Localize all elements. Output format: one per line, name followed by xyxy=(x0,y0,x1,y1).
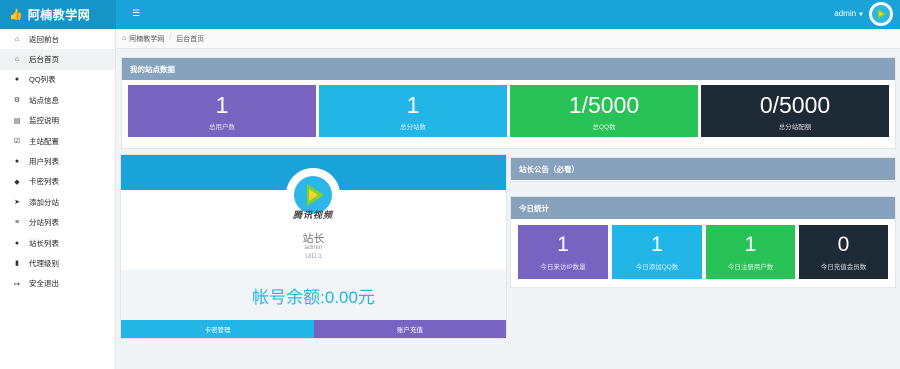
account-balance: 帐号余额:0.00元 xyxy=(121,270,506,320)
stat-label: 总QQ数 xyxy=(592,124,616,131)
brand[interactable]: 👍 阿楠教学网 xyxy=(0,0,116,29)
breadcrumb: ⌂ 阿楠教学网 / 后台首页 xyxy=(116,29,900,49)
sidebar-item-label: 监控说明 xyxy=(29,116,59,126)
breadcrumb-current: 后台首页 xyxy=(176,35,205,43)
sidebar-item-site-info[interactable]: ⚙ 站点信息 xyxy=(0,90,115,110)
stat-value: 1 xyxy=(744,233,757,256)
sidebar-item-label: 用户列表 xyxy=(29,157,59,167)
avatar[interactable] xyxy=(869,2,893,26)
qq-icon: ● xyxy=(14,76,20,84)
stat-label: 总分站数 xyxy=(400,124,426,131)
sidebar: ⌂ 返回前台 ⌂ 后台首页 ● QQ列表 ⚙ 站点信息 ▤ 监控说明 ☑ 主站配… xyxy=(0,29,116,369)
top-navbar: 👍 阿楠教学网 ☰ admin ▼ xyxy=(0,0,900,29)
user-icon: ● xyxy=(14,158,20,166)
panel-title: 今日统计 xyxy=(511,197,895,219)
sidebar-item-card-list[interactable]: ◆ 卡密列表 xyxy=(0,172,115,192)
male-icon: ▮ xyxy=(15,260,19,268)
stat-label: 总用户数 xyxy=(209,124,235,131)
check-square-icon: ☑ xyxy=(13,138,21,146)
sidebar-item-label: 卡密列表 xyxy=(29,177,59,187)
sidebar-item-label: 安全退出 xyxy=(29,279,59,289)
home-icon: ⌂ xyxy=(14,56,20,64)
notice-panel: 站长公告（必看） xyxy=(510,157,896,182)
stat-value: 1 xyxy=(651,233,663,256)
profile-uid: UID:1 xyxy=(305,253,322,260)
sidebar-item-label: 返回前台 xyxy=(29,34,59,44)
home-icon: ⌂ xyxy=(14,35,20,43)
sidebar-item-label: 代理级别 xyxy=(29,258,59,268)
menu-toggle-icon[interactable]: ☰ xyxy=(132,8,140,19)
sidebar-item-label: 后台首页 xyxy=(29,55,59,65)
avatar-caption: 腾讯视频 xyxy=(292,210,333,220)
stat-today-registrations: 1 今日注册用户数 xyxy=(706,225,795,279)
sidebar-item-main-config[interactable]: ☑ 主站配置 xyxy=(0,131,115,151)
tags-icon: ◆ xyxy=(14,178,20,186)
card-management-button[interactable]: 卡密管理 xyxy=(121,320,314,338)
stat-value: 1/5000 xyxy=(568,92,640,118)
stat-today-visitors: 1 今日来访IP数量 xyxy=(518,225,608,279)
stat-total-users: 1 总用户数 xyxy=(128,85,316,137)
stat-today-recharges: 0 今日充值会员数 xyxy=(799,225,888,279)
sidebar-item-admin-list[interactable]: ● 站长列表 xyxy=(0,233,115,253)
caret-down-icon: ▼ xyxy=(858,12,864,18)
stat-label: 总分站配额 xyxy=(778,124,812,131)
stat-label: 今日注册用户数 xyxy=(727,264,774,271)
sidebar-item-qq-list[interactable]: ● QQ列表 xyxy=(0,70,115,90)
sidebar-item-label: 分站列表 xyxy=(29,218,59,228)
sign-out-icon: ↦ xyxy=(14,280,20,288)
user-name: admin xyxy=(834,9,857,18)
brand-name: 阿楠教学网 xyxy=(27,8,91,22)
panel-title: 站长公告（必看） xyxy=(511,158,895,180)
breadcrumb-separator: / xyxy=(169,35,172,42)
stat-value: 0 xyxy=(837,233,850,256)
sidebar-item-back-front[interactable]: ⌂ 返回前台 xyxy=(0,29,115,49)
stat-total-substations: 1 总分站数 xyxy=(319,85,507,137)
stat-value: 1 xyxy=(215,92,229,118)
sidebar-item-label: 添加分站 xyxy=(29,197,59,207)
stat-value: 1 xyxy=(557,233,569,256)
sidebar-item-label: 主站配置 xyxy=(29,136,59,146)
sidebar-item-label: QQ列表 xyxy=(29,75,56,85)
list-icon: ≡ xyxy=(14,219,20,227)
users-icon: ● xyxy=(14,239,20,247)
profile-username: admin xyxy=(304,244,323,251)
stat-today-qq-added: 1 今日添加QQ数 xyxy=(612,225,702,279)
list-alt-icon: ▤ xyxy=(13,117,21,125)
stat-label: 今日添加QQ数 xyxy=(635,264,679,271)
location-arrow-icon: ➤ xyxy=(14,199,20,207)
breadcrumb-home[interactable]: 阿楠教学网 xyxy=(129,34,164,44)
stat-substation-quota: 0/5000 总分站配额 xyxy=(701,85,889,137)
sidebar-item-user-list[interactable]: ● 用户列表 xyxy=(0,151,115,171)
sidebar-item-dashboard[interactable]: ⌂ 后台首页 xyxy=(0,49,115,70)
sidebar-item-agent-level[interactable]: ▮ 代理级别 xyxy=(0,253,115,273)
sidebar-item-substation-list[interactable]: ≡ 分站列表 xyxy=(0,213,115,233)
video-logo-icon xyxy=(872,5,890,23)
stat-label: 今日来访IP数量 xyxy=(540,264,586,271)
account-recharge-button[interactable]: 账户充值 xyxy=(314,320,506,338)
stat-label: 今日充值会员数 xyxy=(820,264,867,271)
stat-value: 1 xyxy=(406,92,420,118)
sidebar-item-label: 站点信息 xyxy=(29,95,59,105)
home-icon: ⌂ xyxy=(122,35,127,42)
sidebar-item-add-substation[interactable]: ➤ 添加分站 xyxy=(0,192,115,212)
sidebar-item-label: 站长列表 xyxy=(29,238,59,248)
stat-value: 0/5000 xyxy=(759,92,831,118)
user-menu[interactable]: admin ▼ xyxy=(834,9,864,18)
thumbs-up-icon: 👍 xyxy=(9,9,23,21)
sidebar-item-logout[interactable]: ↦ 安全退出 xyxy=(0,274,115,294)
sidebar-item-monitor-guide[interactable]: ▤ 监控说明 xyxy=(0,111,115,131)
cogs-icon: ⚙ xyxy=(13,97,21,105)
panel-title: 我的站点数据 xyxy=(122,58,895,80)
stat-total-qq: 1/5000 总QQ数 xyxy=(510,85,698,137)
